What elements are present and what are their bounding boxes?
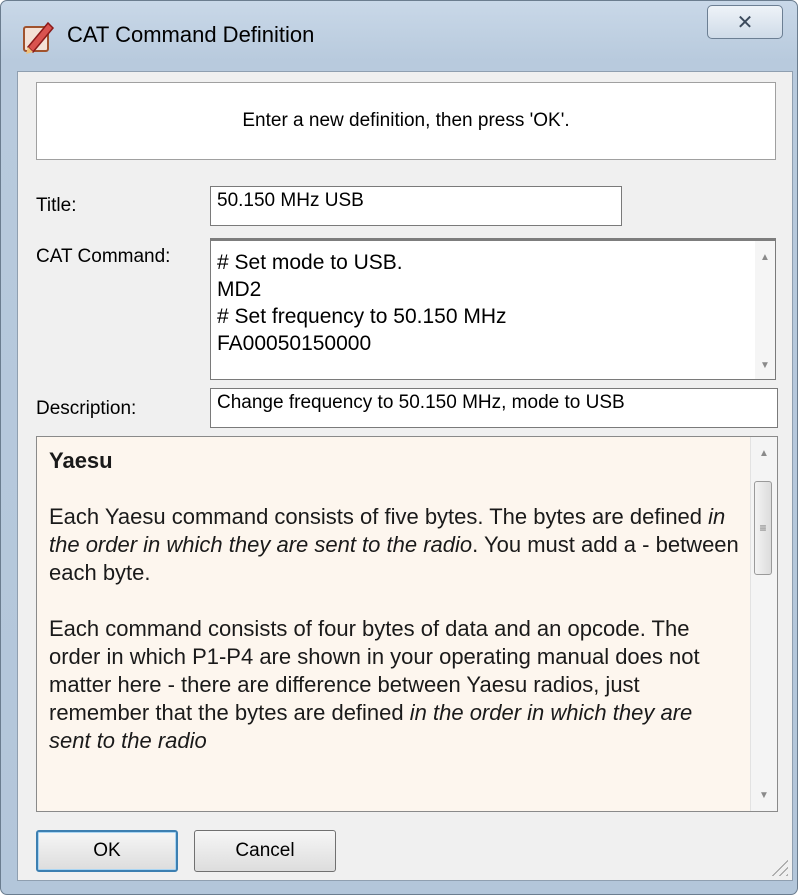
title-input[interactable]: 50.150 MHz USB	[210, 186, 622, 226]
cat-command-line: # Set frequency to 50.150 MHz	[217, 305, 507, 328]
title-input-value: 50.150 MHz USB	[217, 190, 364, 211]
cancel-button[interactable]: Cancel	[194, 830, 336, 872]
close-icon: ✕	[736, 11, 754, 34]
scroll-up-icon[interactable]: ▲	[754, 443, 774, 463]
ok-button-label: OK	[93, 840, 121, 861]
cat-command-line: MD2	[217, 278, 262, 301]
help-heading: Yaesu	[49, 448, 113, 473]
title-label: Title:	[36, 195, 77, 216]
scroll-down-icon[interactable]: ▼	[754, 785, 774, 805]
cat-command-line: FA00050150000	[217, 332, 372, 355]
ok-button[interactable]: OK	[36, 830, 178, 872]
instruction-text: Enter a new definition, then press 'OK'.	[242, 110, 570, 131]
title-bar[interactable]: CAT Command Definition ✕	[1, 1, 797, 69]
description-input-value: Change frequency to 50.150 MHz, mode to …	[217, 392, 625, 413]
dialog-window: CAT Command Definition ✕ Enter a new def…	[0, 0, 798, 895]
scroll-up-icon[interactable]: ▲	[755, 247, 775, 267]
window-title: CAT Command Definition	[67, 22, 315, 47]
cat-command-label: CAT Command:	[36, 246, 171, 267]
cat-command-text: # Set mode to USB. MD2 # Set frequency t…	[217, 249, 507, 357]
cancel-button-label: Cancel	[235, 840, 295, 861]
help-paragraph: Each command consists of four bytes of d…	[49, 615, 739, 755]
instruction-banner: Enter a new definition, then press 'OK'.	[36, 82, 776, 160]
cat-command-line: # Set mode to USB.	[217, 251, 403, 274]
description-label: Description:	[36, 398, 137, 419]
close-button[interactable]: ✕	[707, 5, 783, 39]
app-icon	[23, 21, 55, 54]
help-scrollbar[interactable]: ▲ ≡ ▼	[750, 437, 777, 811]
dialog-body: Enter a new definition, then press 'OK'.…	[17, 71, 793, 881]
help-content: Yaesu Each Yaesu command consists of fiv…	[49, 447, 739, 783]
resize-grip-icon[interactable]	[770, 858, 788, 876]
scroll-down-icon[interactable]: ▼	[755, 355, 775, 375]
help-text: Each Yaesu command consists of five byte…	[49, 504, 709, 529]
cat-command-textarea[interactable]: # Set mode to USB. MD2 # Set frequency t…	[210, 238, 776, 380]
help-paragraph: Each Yaesu command consists of five byte…	[49, 503, 739, 587]
cat-command-scrollbar[interactable]: ▲ ▼	[755, 241, 775, 379]
help-panel[interactable]: Yaesu Each Yaesu command consists of fiv…	[36, 436, 778, 812]
description-input[interactable]: Change frequency to 50.150 MHz, mode to …	[210, 388, 778, 428]
scroll-thumb[interactable]: ≡	[754, 481, 772, 575]
